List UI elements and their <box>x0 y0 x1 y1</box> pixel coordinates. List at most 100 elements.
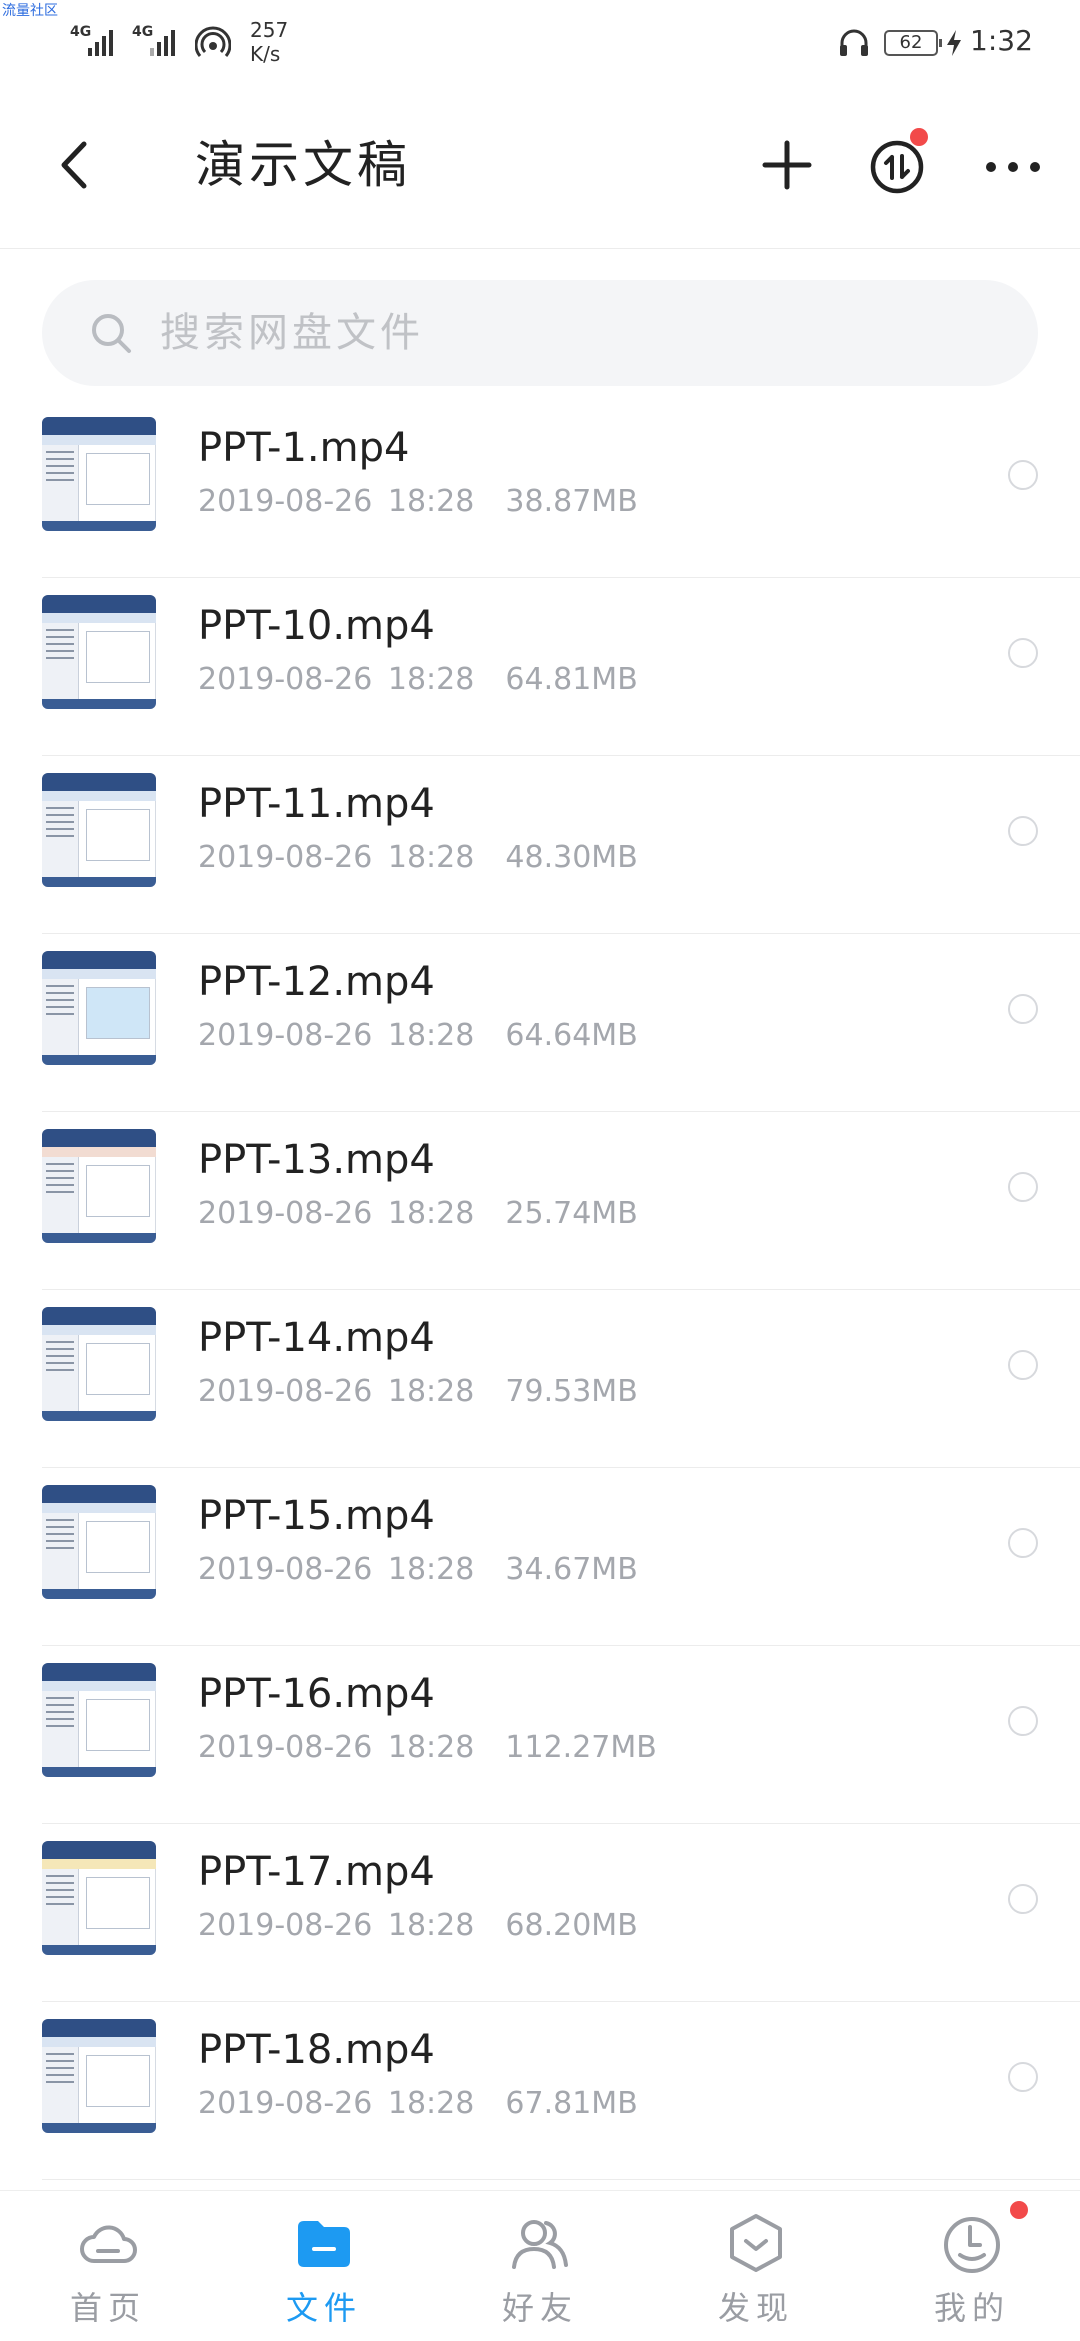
nav-label: 发现 <box>717 2289 794 2327</box>
file-name: PPT-18.mp4 <box>198 2027 435 2073</box>
add-button[interactable] <box>752 130 822 200</box>
transfer-list-button[interactable] <box>862 128 932 200</box>
video-thumbnail <box>42 1485 156 1599</box>
nav-friends[interactable]: 好友 <box>432 2191 648 2341</box>
headset-icon <box>840 29 868 56</box>
nav-profile[interactable]: 我的 <box>864 2191 1080 2341</box>
file-row[interactable]: PPT-18.mp4 2019-08-26 18:28 67.81MB <box>42 2002 1080 2180</box>
file-name: PPT-15.mp4 <box>198 1493 435 1539</box>
folder-icon <box>298 2221 350 2267</box>
file-size: 25.74MB <box>505 1196 638 1231</box>
video-thumbnail <box>42 773 156 887</box>
search-bar[interactable] <box>42 280 1038 386</box>
file-meta: 2019-08-26 18:28 38.87MB <box>198 482 638 522</box>
file-size: 112.27MB <box>505 1730 657 1765</box>
discover-icon <box>730 2214 782 2272</box>
file-row[interactable]: PPT-14.mp4 2019-08-26 18:28 79.53MB <box>42 1290 1080 1468</box>
hotspot-icon <box>195 26 231 57</box>
file-meta: 2019-08-26 18:28 64.64MB <box>198 1016 638 1056</box>
file-size: 38.87MB <box>505 484 638 519</box>
file-size: 48.30MB <box>505 840 638 875</box>
video-thumbnail <box>42 417 156 531</box>
file-date: 2019-08-26 18:28 <box>198 662 475 697</box>
nav-files[interactable]: 文件 <box>216 2191 432 2341</box>
select-radio[interactable] <box>1008 638 1038 668</box>
cell-signal-2-icon: 4G <box>132 22 192 58</box>
select-radio[interactable] <box>1008 1884 1038 1914</box>
file-size: 67.81MB <box>505 2086 638 2121</box>
file-meta: 2019-08-26 18:28 112.27MB <box>198 1728 657 1768</box>
notification-dot <box>1010 2201 1028 2219</box>
more-button[interactable] <box>978 130 1048 200</box>
file-name: PPT-12.mp4 <box>198 959 435 1005</box>
file-meta: 2019-08-26 18:28 68.20MB <box>198 1906 638 1946</box>
file-row[interactable]: PPT-11.mp4 2019-08-26 18:28 48.30MB <box>42 756 1080 934</box>
nav-home[interactable]: 首页 <box>0 2191 216 2341</box>
file-list: PPT-1.mp4 2019-08-26 18:28 38.87MB PPT-1… <box>0 400 1080 2180</box>
file-row[interactable]: PPT-12.mp4 2019-08-26 18:28 64.64MB <box>42 934 1080 1112</box>
battery-icon: 62 <box>884 30 942 56</box>
file-name: PPT-10.mp4 <box>198 603 435 649</box>
video-thumbnail <box>42 595 156 709</box>
file-date: 2019-08-26 18:28 <box>198 1730 475 1765</box>
select-radio[interactable] <box>1008 994 1038 1024</box>
nav-label: 首页 <box>69 2289 146 2327</box>
file-date: 2019-08-26 18:28 <box>198 1018 475 1053</box>
file-date: 2019-08-26 18:28 <box>198 840 475 875</box>
file-size: 79.53MB <box>505 1374 638 1409</box>
select-radio[interactable] <box>1008 1706 1038 1736</box>
charging-icon <box>947 30 961 56</box>
file-date: 2019-08-26 18:28 <box>198 1374 475 1409</box>
file-row[interactable]: PPT-16.mp4 2019-08-26 18:28 112.27MB <box>42 1646 1080 1824</box>
nav-label: 我的 <box>933 2289 1010 2327</box>
status-bar: 4G 4G 257 K/s 62 1:32 <box>0 0 1080 80</box>
page-title: 演示文稿 <box>195 136 411 194</box>
select-radio[interactable] <box>1008 1528 1038 1558</box>
select-radio[interactable] <box>1008 816 1038 846</box>
file-name: PPT-13.mp4 <box>198 1137 435 1183</box>
select-radio[interactable] <box>1008 460 1038 490</box>
file-meta: 2019-08-26 18:28 25.74MB <box>198 1194 638 1234</box>
file-date: 2019-08-26 18:28 <box>198 2086 475 2121</box>
friends-icon <box>512 2220 568 2269</box>
video-thumbnail <box>42 1129 156 1243</box>
file-name: PPT-16.mp4 <box>198 1671 435 1717</box>
file-meta: 2019-08-26 18:28 48.30MB <box>198 838 638 878</box>
file-name: PPT-1.mp4 <box>198 425 410 471</box>
file-row[interactable]: PPT-10.mp4 2019-08-26 18:28 64.81MB <box>42 578 1080 756</box>
video-thumbnail <box>42 1841 156 1955</box>
file-name: PPT-11.mp4 <box>198 781 435 827</box>
file-meta: 2019-08-26 18:28 79.53MB <box>198 1372 638 1412</box>
select-radio[interactable] <box>1008 2062 1038 2092</box>
video-thumbnail <box>42 1663 156 1777</box>
file-date: 2019-08-26 18:28 <box>198 1196 475 1231</box>
file-row[interactable]: PPT-17.mp4 2019-08-26 18:28 68.20MB <box>42 1824 1080 2002</box>
nav-label: 好友 <box>501 2289 578 2327</box>
notification-dot <box>910 128 928 146</box>
profile-icon <box>944 2217 1000 2273</box>
file-meta: 2019-08-26 18:28 64.81MB <box>198 660 638 700</box>
net-speed: 257 K/s <box>250 18 288 66</box>
file-meta: 2019-08-26 18:28 34.67MB <box>198 1550 638 1590</box>
select-radio[interactable] <box>1008 1172 1038 1202</box>
top-app-bar: 演示文稿 <box>0 100 1080 249</box>
back-button[interactable] <box>40 130 110 200</box>
cell-signal-1-icon: 4G <box>70 22 130 58</box>
video-thumbnail <box>42 951 156 1065</box>
select-radio[interactable] <box>1008 1350 1038 1380</box>
video-thumbnail <box>42 1307 156 1421</box>
search-input[interactable] <box>160 280 980 386</box>
net-speed-unit: K/s <box>250 42 281 66</box>
file-meta: 2019-08-26 18:28 67.81MB <box>198 2084 638 2124</box>
file-name: PPT-14.mp4 <box>198 1315 435 1361</box>
file-row[interactable]: PPT-15.mp4 2019-08-26 18:28 34.67MB <box>42 1468 1080 1646</box>
bottom-nav: 首页 文件 好友 发现 我的 <box>0 2190 1080 2341</box>
nav-discover[interactable]: 发现 <box>648 2191 864 2341</box>
nav-label: 文件 <box>285 2289 362 2327</box>
file-date: 2019-08-26 18:28 <box>198 484 475 519</box>
battery-level: 62 <box>899 32 923 53</box>
file-row[interactable]: PPT-1.mp4 2019-08-26 18:28 38.87MB <box>42 400 1080 578</box>
cloud-icon <box>80 2225 137 2263</box>
file-row[interactable]: PPT-13.mp4 2019-08-26 18:28 25.74MB <box>42 1112 1080 1290</box>
file-date: 2019-08-26 18:28 <box>198 1552 475 1587</box>
